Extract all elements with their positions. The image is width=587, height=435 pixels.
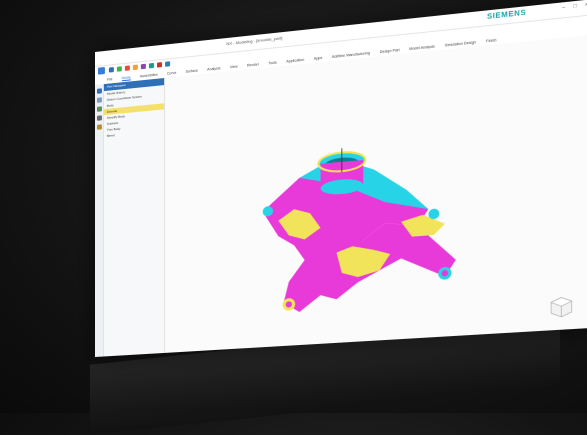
constraint-navigator-icon[interactable] bbox=[96, 106, 102, 112]
ribbon-tab[interactable]: Tools bbox=[268, 60, 277, 65]
navigator-tree: Model History Datum Coordinate System Body… bbox=[103, 85, 165, 139]
view-cube-icon[interactable] bbox=[549, 295, 574, 320]
toolbar-icon[interactable] bbox=[156, 62, 163, 68]
nx-application-window: NX - Modeling - [knuckle_part] SIEMENS –… bbox=[95, 0, 587, 357]
ribbon-tab[interactable]: Analysis bbox=[207, 66, 220, 71]
maximize-button[interactable]: □ bbox=[572, 3, 579, 10]
toolbar-icon[interactable] bbox=[140, 63, 146, 70]
ribbon-tab[interactable]: Apps bbox=[314, 56, 322, 61]
ribbon-tab[interactable]: File bbox=[107, 77, 113, 82]
close-button[interactable]: × bbox=[583, 2, 587, 9]
window-controls: – □ × bbox=[560, 2, 587, 12]
minimize-button[interactable]: – bbox=[560, 4, 567, 11]
settings-icon[interactable] bbox=[132, 64, 138, 71]
graphics-window[interactable] bbox=[165, 34, 587, 353]
save-icon[interactable] bbox=[108, 67, 114, 73]
nx-logo-icon bbox=[97, 66, 105, 75]
undo-icon[interactable] bbox=[116, 66, 122, 72]
3d-model-view bbox=[262, 34, 456, 315]
roles-icon[interactable] bbox=[96, 124, 102, 130]
assembly-navigator-icon[interactable] bbox=[96, 97, 102, 103]
brand-logo: SIEMENS bbox=[486, 9, 527, 22]
knuckle-model[interactable] bbox=[262, 138, 456, 315]
resource-bar bbox=[95, 84, 104, 357]
ribbon-tab[interactable]: View bbox=[230, 64, 238, 69]
ribbon-tab[interactable]: Design Part bbox=[380, 48, 400, 54]
ribbon-tab[interactable]: Curve bbox=[167, 71, 176, 76]
part-navigator-icon[interactable] bbox=[96, 88, 102, 94]
ribbon-tab[interactable]: Application bbox=[286, 58, 304, 64]
toolbar-icon[interactable] bbox=[148, 62, 154, 69]
ribbon-tab[interactable]: Surface bbox=[186, 69, 198, 74]
ribbon-tab[interactable]: Assemblies bbox=[140, 73, 158, 79]
desktop-background: NX - Modeling - [knuckle_part] SIEMENS –… bbox=[0, 0, 587, 435]
part-navigator: Part Navigator Model History Datum Coordi… bbox=[103, 77, 166, 357]
window-title: NX - Modeling - [knuckle_part] bbox=[226, 35, 283, 47]
ribbon-tab[interactable]: Render bbox=[247, 62, 259, 67]
ribbon-tab[interactable]: Finish bbox=[486, 38, 496, 43]
redo-icon[interactable] bbox=[124, 65, 130, 71]
history-icon[interactable] bbox=[96, 115, 102, 121]
ribbon-tab[interactable]: Home bbox=[121, 74, 131, 81]
toolbar-icon[interactable] bbox=[165, 61, 171, 67]
